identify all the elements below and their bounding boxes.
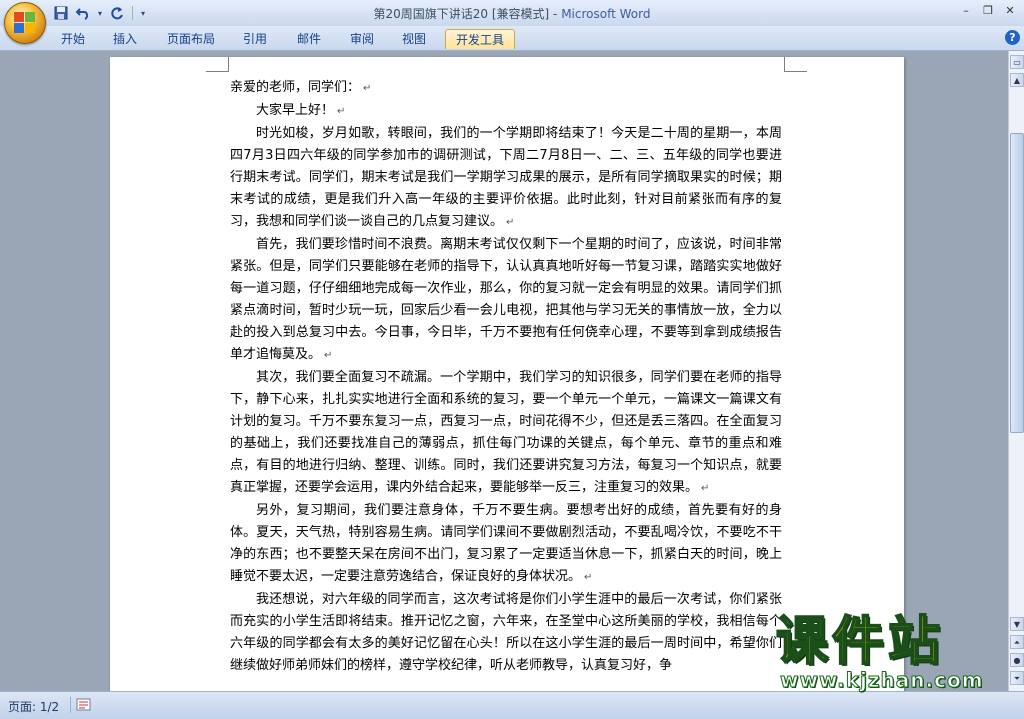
paragraph-mark: ↵ [363,83,372,94]
office-button[interactable] [4,2,46,44]
help-icon: ? [1009,31,1016,44]
paragraph-mark: ↵ [701,483,710,494]
ruler-icon: ▭ [1013,58,1021,67]
paragraph-salutation: 亲爱的老师，同学们： ↵ [230,77,782,100]
status-bar: 页面: 1/2 [0,691,1024,719]
tab-insert[interactable]: 插入 [104,29,146,48]
close-button[interactable]: ✕ [1000,2,1020,18]
help-button[interactable]: ? [1005,30,1020,45]
paragraph-text: 大家早上好！ [256,103,335,118]
tab-view[interactable]: 视图 [393,29,435,48]
scroll-thumb[interactable] [1010,133,1024,433]
tab-references[interactable]: 引用 [234,29,276,48]
paragraph-text: 首先，我们要珍惜时间不浪费。离期末考试仅仅剩下一个星期的时间了，应该说，时间非常… [230,237,782,362]
minimize-icon: – [963,3,969,17]
tab-developer[interactable]: 开发工具 [445,29,515,49]
paragraph-mark: ↵ [506,217,515,228]
tab-label: 邮件 [296,32,321,46]
proofing-status-icon[interactable] [76,697,92,711]
tab-page-layout[interactable]: 页面布局 [158,29,224,48]
scroll-up-button[interactable]: ▲ [1010,73,1024,87]
window-controls: – ❐ ✕ [956,2,1020,18]
window-title: 第20周国旗下讲话20 [兼容模式] - Microsoft Word [0,5,1024,22]
paragraph-mark: ↵ [324,350,333,361]
paragraph-greeting: 大家早上好！ ↵ [230,100,782,123]
paragraph-closing: 我还想说，对六年级的同学而言，这次考试将是你们小学生涯中的最后一次考试，你们紧张… [230,589,782,677]
tab-label: 引用 [242,32,267,46]
close-icon: ✕ [1005,3,1015,17]
app-name: Microsoft Word [561,7,651,21]
crop-mark-left [206,57,229,72]
paragraph-first-point: 首先，我们要珍惜时间不浪费。离期末考试仅仅剩下一个星期的时间了，应该说，时间非常… [230,234,782,367]
page-count-status[interactable]: 页面: 1/2 [8,698,59,715]
minimize-button[interactable]: – [956,2,976,18]
paragraph-text: 另外，复习期间，我们要注意身体，千万不要生病。要想考出好的成绩，首先要有好的身体… [230,503,782,584]
watermark-title: 课件站 [775,612,945,672]
tab-label: 审阅 [349,32,374,46]
vertical-scrollbar[interactable]: ▭ ▲ ▼ ⏶ ● ⏷ [1008,51,1024,691]
crop-mark-right [784,57,807,72]
tab-label: 开发工具 [455,33,504,47]
tab-label: 视图 [401,32,426,46]
document-body[interactable]: 亲爱的老师，同学们： ↵ 大家早上好！ ↵ 时光如梭，岁月如歌，转眼间，我们的一个学… [230,77,782,677]
tab-label: 插入 [112,32,137,46]
restore-icon: ❐ [983,3,993,17]
document-workspace: 亲爱的老师，同学们： ↵ 大家早上好！ ↵ 时光如梭，岁月如歌，转眼间，我们的一个学… [0,51,1008,691]
paragraph-text: 时光如梭，岁月如歌，转眼间，我们的一个学期即将结束了！今天是二十周的星期一，本周… [230,126,782,229]
paragraph-text: 其次，我们要全面复习不疏漏。一个学期中，我们学习的知识很多，同学们要在老师的指导… [230,370,782,495]
tab-label: 开始 [60,32,85,46]
paragraph-mark: ↵ [584,572,593,583]
document-page[interactable]: 亲爱的老师，同学们： ↵ 大家早上好！ ↵ 时光如梭，岁月如歌，转眼间，我们的一个学… [110,57,904,691]
document-title: 第20周国旗下讲话20 [兼容模式] [373,7,550,21]
paragraph-mark: ↵ [337,106,346,117]
watermark-logo: 课件站 www.kjzhan.com [775,612,1020,694]
status-separator [70,697,71,713]
paragraph-intro: 时光如梭，岁月如歌，转眼间，我们的一个学期即将结束了！今天是二十周的星期一，本周… [230,123,782,234]
restore-button[interactable]: ❐ [978,2,998,18]
paragraph-third-point: 另外，复习期间，我们要注意身体，千万不要生病。要想考出好的成绩，首先要有好的身体… [230,500,782,589]
tab-home[interactable]: 开始 [52,29,94,48]
arrow-up-icon: ▲ [1013,76,1021,85]
ribbon-tabs: 开始 插入 页面布局 引用 邮件 审阅 视图 开发工具 [0,26,1024,51]
ruler-toggle-button[interactable]: ▭ [1010,55,1024,69]
paragraph-text: 我还想说，对六年级的同学而言，这次考试将是你们小学生涯中的最后一次考试，你们紧张… [230,592,782,673]
paragraph-second-point: 其次，我们要全面复习不疏漏。一个学期中，我们学习的知识很多，同学们要在老师的指导… [230,367,782,500]
paragraph-text: 亲爱的老师，同学们： [230,80,361,95]
tab-mailings[interactable]: 邮件 [288,29,330,48]
watermark-url: www.kjzhan.com [780,668,984,693]
title-separator: - [549,7,562,21]
tab-label: 页面布局 [166,32,215,46]
title-bar: ▾ ▾ 第20周国旗下讲话20 [兼容模式] - Microsoft Word … [0,0,1024,27]
office-logo-icon [14,12,36,34]
tab-review[interactable]: 审阅 [341,29,383,48]
